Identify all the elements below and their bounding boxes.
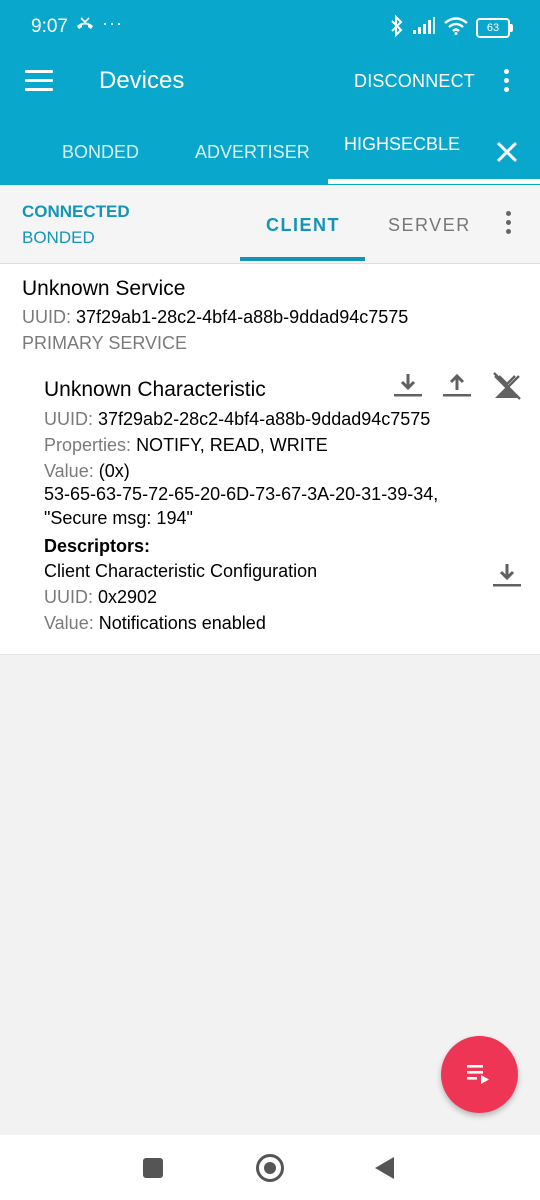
- tab-client[interactable]: CLIENT: [266, 215, 340, 236]
- bond-state: BONDED: [22, 228, 95, 247]
- characteristic-name: Unknown Characteristic: [44, 378, 266, 401]
- back-icon[interactable]: [375, 1157, 394, 1179]
- log-fab-button[interactable]: [441, 1036, 518, 1113]
- status-overflow: ···: [102, 13, 123, 33]
- signal-icon: [412, 16, 436, 40]
- descriptor-uuid-label: UUID:: [44, 587, 93, 607]
- log-icon: [467, 1064, 493, 1091]
- service-uuid-row: UUID: 37f29ab1-28c2-4bf4-a88b-9ddad94c75…: [22, 307, 408, 328]
- descriptor-value: Notifications enabled: [98, 613, 266, 633]
- close-icon[interactable]: [493, 138, 521, 166]
- value-prefix: (0x): [98, 461, 130, 481]
- bluetooth-icon: [390, 14, 404, 42]
- characteristic-uuid-row: UUID: 37f29ab2-28c2-4bf4-a88b-9ddad94c75…: [44, 409, 430, 430]
- service-card[interactable]: Unknown Service UUID: 37f29ab1-28c2-4bf4…: [0, 264, 540, 655]
- menu-icon[interactable]: [25, 70, 53, 92]
- tab-advertiser[interactable]: ADVERTISER: [195, 142, 310, 163]
- notifications-off-icon[interactable]: [491, 370, 523, 402]
- status-time: 9:07: [31, 16, 68, 37]
- descriptor-name: Client Characteristic Configuration: [44, 561, 318, 581]
- tab-server[interactable]: SERVER: [388, 215, 471, 236]
- descriptors-heading: Descriptors:: [44, 536, 151, 556]
- connection-state: CONNECTED: [22, 202, 130, 221]
- tab-bonded[interactable]: BONDED: [62, 142, 139, 163]
- characteristic-properties-row: Properties: NOTIFY, READ, WRITE: [44, 435, 328, 456]
- characteristic-uuid: 37f29ab2-28c2-4bf4-a88b-9ddad94c7575: [98, 409, 431, 429]
- value-label: Value:: [44, 461, 94, 481]
- device-tabs: BONDED ADVERTISER HIGHSECBLE: [0, 112, 540, 185]
- client-tab-indicator: [240, 257, 365, 261]
- characteristic-value-row: Value: (0x): [44, 461, 130, 482]
- connection-bar: CONNECTED BONDED CLIENT SERVER: [0, 185, 540, 264]
- descriptor-uuid: 0x2902: [98, 587, 158, 607]
- descriptor-value-row: Value: Notifications enabled: [44, 613, 266, 634]
- value-hex: 53-65-63-75-72-65-20-6D-73-67-3A-20-31-3…: [44, 484, 439, 504]
- service-uuid: 37f29ab1-28c2-4bf4-a88b-9ddad94c7575: [76, 307, 409, 327]
- service-name: Unknown Service: [22, 277, 186, 300]
- service-type: PRIMARY SERVICE: [22, 333, 188, 353]
- missed-call-icon: [76, 17, 94, 36]
- write-icon[interactable]: [441, 370, 473, 402]
- active-tab-indicator: [328, 179, 540, 184]
- more-options-icon[interactable]: [504, 69, 514, 97]
- read-icon[interactable]: [392, 370, 424, 402]
- home-icon[interactable]: [256, 1154, 284, 1182]
- descriptor-uuid-row: UUID: 0x2902: [44, 587, 157, 608]
- disconnect-button[interactable]: DISCONNECT: [354, 71, 475, 92]
- value-text: "Secure msg: 194": [44, 508, 193, 528]
- characteristic-uuid-label: UUID:: [44, 409, 93, 429]
- tab-highsecble[interactable]: HIGHSECBLE: [344, 134, 460, 155]
- battery-indicator: 63: [476, 18, 513, 38]
- more-options-icon[interactable]: [506, 211, 516, 239]
- system-nav-bar: [0, 1135, 540, 1200]
- properties-label: Properties:: [44, 435, 132, 455]
- descriptor-read-icon[interactable]: [491, 560, 523, 592]
- properties-value: NOTIFY, READ, WRITE: [136, 435, 328, 455]
- recents-icon[interactable]: [143, 1158, 163, 1178]
- service-uuid-label: UUID:: [22, 307, 71, 327]
- status-bar: 9:07 ··· 63: [0, 0, 540, 56]
- descriptor-value-label: Value:: [44, 613, 94, 633]
- wifi-icon: [444, 16, 468, 40]
- page-title: Devices: [99, 67, 185, 94]
- app-bar: Devices DISCONNECT: [0, 56, 540, 112]
